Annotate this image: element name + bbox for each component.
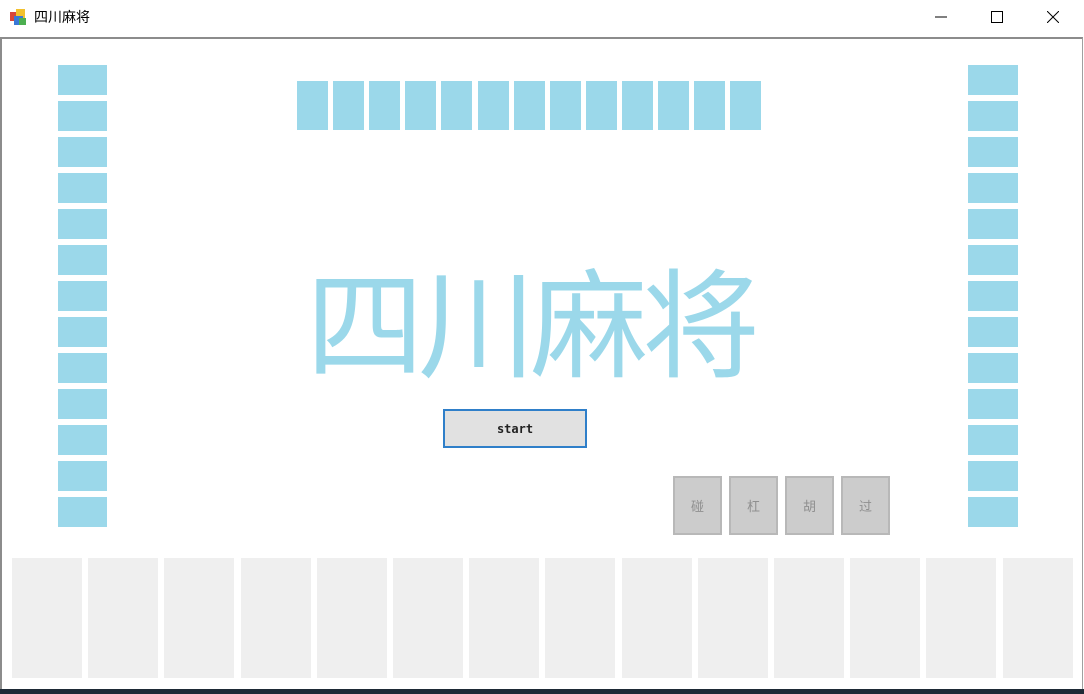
opponent-tile-top: [297, 81, 328, 130]
opponent-tile-right: [968, 137, 1018, 167]
hu-button[interactable]: 胡: [785, 476, 834, 535]
opponent-tile-left: [58, 461, 107, 491]
hand-tile-slot[interactable]: [850, 558, 921, 678]
maximize-button[interactable]: [969, 0, 1025, 34]
opponent-tile-top: [585, 81, 617, 130]
title-bar: 四川麻将: [0, 0, 1084, 36]
peng-button[interactable]: 碰: [673, 476, 722, 535]
opponent-tile-right: [968, 425, 1018, 455]
opponent-tile-left: [58, 137, 107, 167]
hand-tile-slot[interactable]: [697, 558, 768, 678]
game-title: 四川麻将: [306, 258, 760, 396]
opponent-tile-left: [58, 425, 107, 455]
hand-tile-slot[interactable]: [88, 558, 159, 678]
opponent-tile-top: [549, 81, 581, 130]
maximize-icon: [991, 11, 1003, 23]
hand-tile-slot[interactable]: [164, 558, 235, 678]
opponent-tile-left: [58, 353, 107, 383]
hand-tile-slot[interactable]: [12, 558, 82, 678]
opponent-tile-right: [968, 461, 1018, 491]
opponent-tile-right: [968, 209, 1018, 239]
start-button[interactable]: start: [443, 409, 587, 448]
opponent-tile-top: [477, 81, 509, 130]
opponent-tile-left: [58, 209, 107, 239]
hand-tile-slot[interactable]: [1002, 558, 1073, 678]
close-icon: [1047, 11, 1059, 23]
opponent-tile-top: [621, 81, 653, 130]
opponent-tile-left: [58, 497, 107, 527]
opponent-tile-left: [58, 317, 107, 347]
hand-tile-slot[interactable]: [469, 558, 540, 678]
opponent-tile-right: [968, 317, 1018, 347]
opponent-tile-top: [730, 81, 762, 130]
opponent-tile-left: [58, 65, 107, 95]
hand-tile-slot[interactable]: [545, 558, 616, 678]
opponent-tile-left: [58, 245, 107, 275]
opponent-tile-left: [58, 281, 107, 311]
opponent-tile-right: [968, 173, 1018, 203]
minimize-icon: [935, 16, 947, 18]
opponent-tile-top: [333, 81, 365, 130]
close-button[interactable]: [1025, 0, 1081, 34]
opponent-tile-left: [58, 101, 107, 131]
gang-button[interactable]: 杠: [729, 476, 778, 535]
opponent-tile-right: [968, 245, 1018, 275]
hand-tile-slot[interactable]: [926, 558, 997, 678]
opponent-tile-right: [968, 389, 1018, 419]
opponent-tile-left: [58, 173, 107, 203]
opponent-tile-left: [58, 389, 107, 419]
opponent-tile-top: [441, 81, 473, 130]
opponent-tile-right: [968, 353, 1018, 383]
minimize-button[interactable]: [913, 0, 969, 34]
opponent-tile-top: [369, 81, 401, 130]
opponent-tile-top: [694, 81, 726, 130]
hand-tile-slot[interactable]: [240, 558, 311, 678]
taskbar-edge: [0, 689, 1084, 694]
opponent-tile-right: [968, 65, 1018, 95]
pass-button[interactable]: 过: [841, 476, 890, 535]
app-icon: [10, 9, 26, 25]
opponent-tile-top: [405, 81, 437, 130]
hand-tile-slot[interactable]: [621, 558, 692, 678]
opponent-tile-right: [968, 101, 1018, 131]
hand-tile-slot[interactable]: [774, 558, 844, 678]
window-title: 四川麻将: [34, 10, 90, 26]
start-button-label: start: [496, 421, 534, 436]
hand-tile-slot[interactable]: [316, 558, 387, 678]
opponent-tile-right: [968, 497, 1018, 527]
opponent-tile-top: [658, 81, 689, 130]
hand-tile-slot[interactable]: [393, 558, 463, 678]
opponent-tile-top: [513, 81, 545, 130]
opponent-tile-right: [968, 281, 1018, 311]
